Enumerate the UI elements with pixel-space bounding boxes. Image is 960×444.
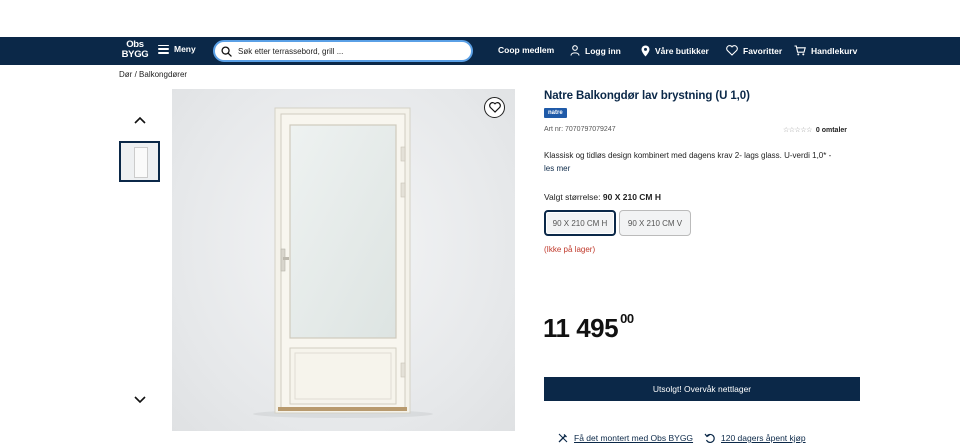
favorites-link[interactable]: Favoritter [726,45,782,56]
top-navigation-bar: Obs BYGG Meny Coop medlem Logg inn Våre … [0,37,960,65]
product-price: 11 495 00 [543,311,634,344]
selected-size-label: Valgt størrelse: 90 X 210 CM H [544,192,661,202]
installation-link[interactable]: Få det montert med Obs BYGG [557,432,693,444]
menu-button[interactable]: Meny [158,44,196,54]
chevron-up-icon[interactable] [133,114,147,126]
product-description: Klassisk og tidløs design kombinert med … [544,150,864,175]
heart-icon [726,45,738,56]
breadcrumb: Dør / Balkongdører [119,70,187,79]
obs-bygg-logo[interactable]: Obs BYGG [121,40,149,60]
chevron-down-icon[interactable] [133,394,147,406]
product-title: Natre Balkongdør lav brystning (U 1,0) [544,90,750,102]
description-text: Klassisk og tidløs design kombinert med … [544,151,832,160]
review-count: 0 omtaler [815,126,848,134]
open-purchase-link[interactable]: 120 dagers åpent kjøp [704,432,806,444]
balcony-door-illustration [253,107,433,418]
shopping-cart-icon [794,45,806,56]
gallery-thumbnail[interactable] [119,141,160,182]
search-icon[interactable] [221,45,232,57]
brand-logo[interactable]: natre [544,108,567,118]
favorites-label: Favoritter [743,45,783,56]
heart-icon [488,102,501,113]
user-icon [570,45,580,56]
hamburger-icon [158,44,169,54]
coop-member-label: Coop medlem [498,45,555,55]
login-label: Logg inn [585,45,621,56]
read-more-link[interactable]: les mer [544,164,570,173]
size-selected-value: 90 X 210 CM H [602,192,662,202]
search-bar [213,40,473,62]
price-main: 11 495 [543,313,619,343]
product-image[interactable] [172,89,515,431]
stock-status: (Ikke på lager) [544,245,596,254]
top-whitespace [0,0,960,37]
thumbnail-door-image [134,147,148,178]
breadcrumb-separator: / [134,70,137,79]
product-rating[interactable]: ☆☆☆☆☆ 0 omtaler [783,126,848,135]
breadcrumb-link-door[interactable]: Dør [119,70,132,79]
monitor-stock-button[interactable]: Utsolgt! Overvåk nettlager [544,377,860,401]
cart-link[interactable]: Handlekurv [794,45,857,56]
size-label-text: Valgt størrelse: [544,192,601,202]
login-link[interactable]: Logg inn [570,45,621,56]
stores-link[interactable]: Våre butikker [641,45,709,57]
breadcrumb-link-balcony-doors[interactable]: Balkongdører [139,70,187,79]
search-input[interactable] [238,46,453,56]
price-cents: 00 [620,311,634,327]
size-option-v[interactable]: 90 X 210 CM V [619,210,691,236]
star-rating-icon: ☆☆☆☆☆ [783,127,812,134]
location-pin-icon [641,45,650,57]
tools-icon [558,433,568,443]
installation-label: Få det montert med Obs BYGG [574,433,694,443]
logo-text-bottom: BYGG [121,49,149,60]
menu-label: Meny [174,44,196,54]
open-purchase-label: 120 dagers åpent kjøp [721,433,806,443]
article-number: Art nr: 7070797079247 [544,126,616,133]
add-to-favorites-button[interactable] [484,97,505,118]
return-arrow-icon [704,433,715,444]
size-option-h[interactable]: 90 X 210 CM H [544,210,616,236]
stores-label: Våre butikker [655,46,709,56]
coop-member-link[interactable]: Coop medlem [498,45,554,55]
cart-label: Handlekurv [811,45,858,56]
